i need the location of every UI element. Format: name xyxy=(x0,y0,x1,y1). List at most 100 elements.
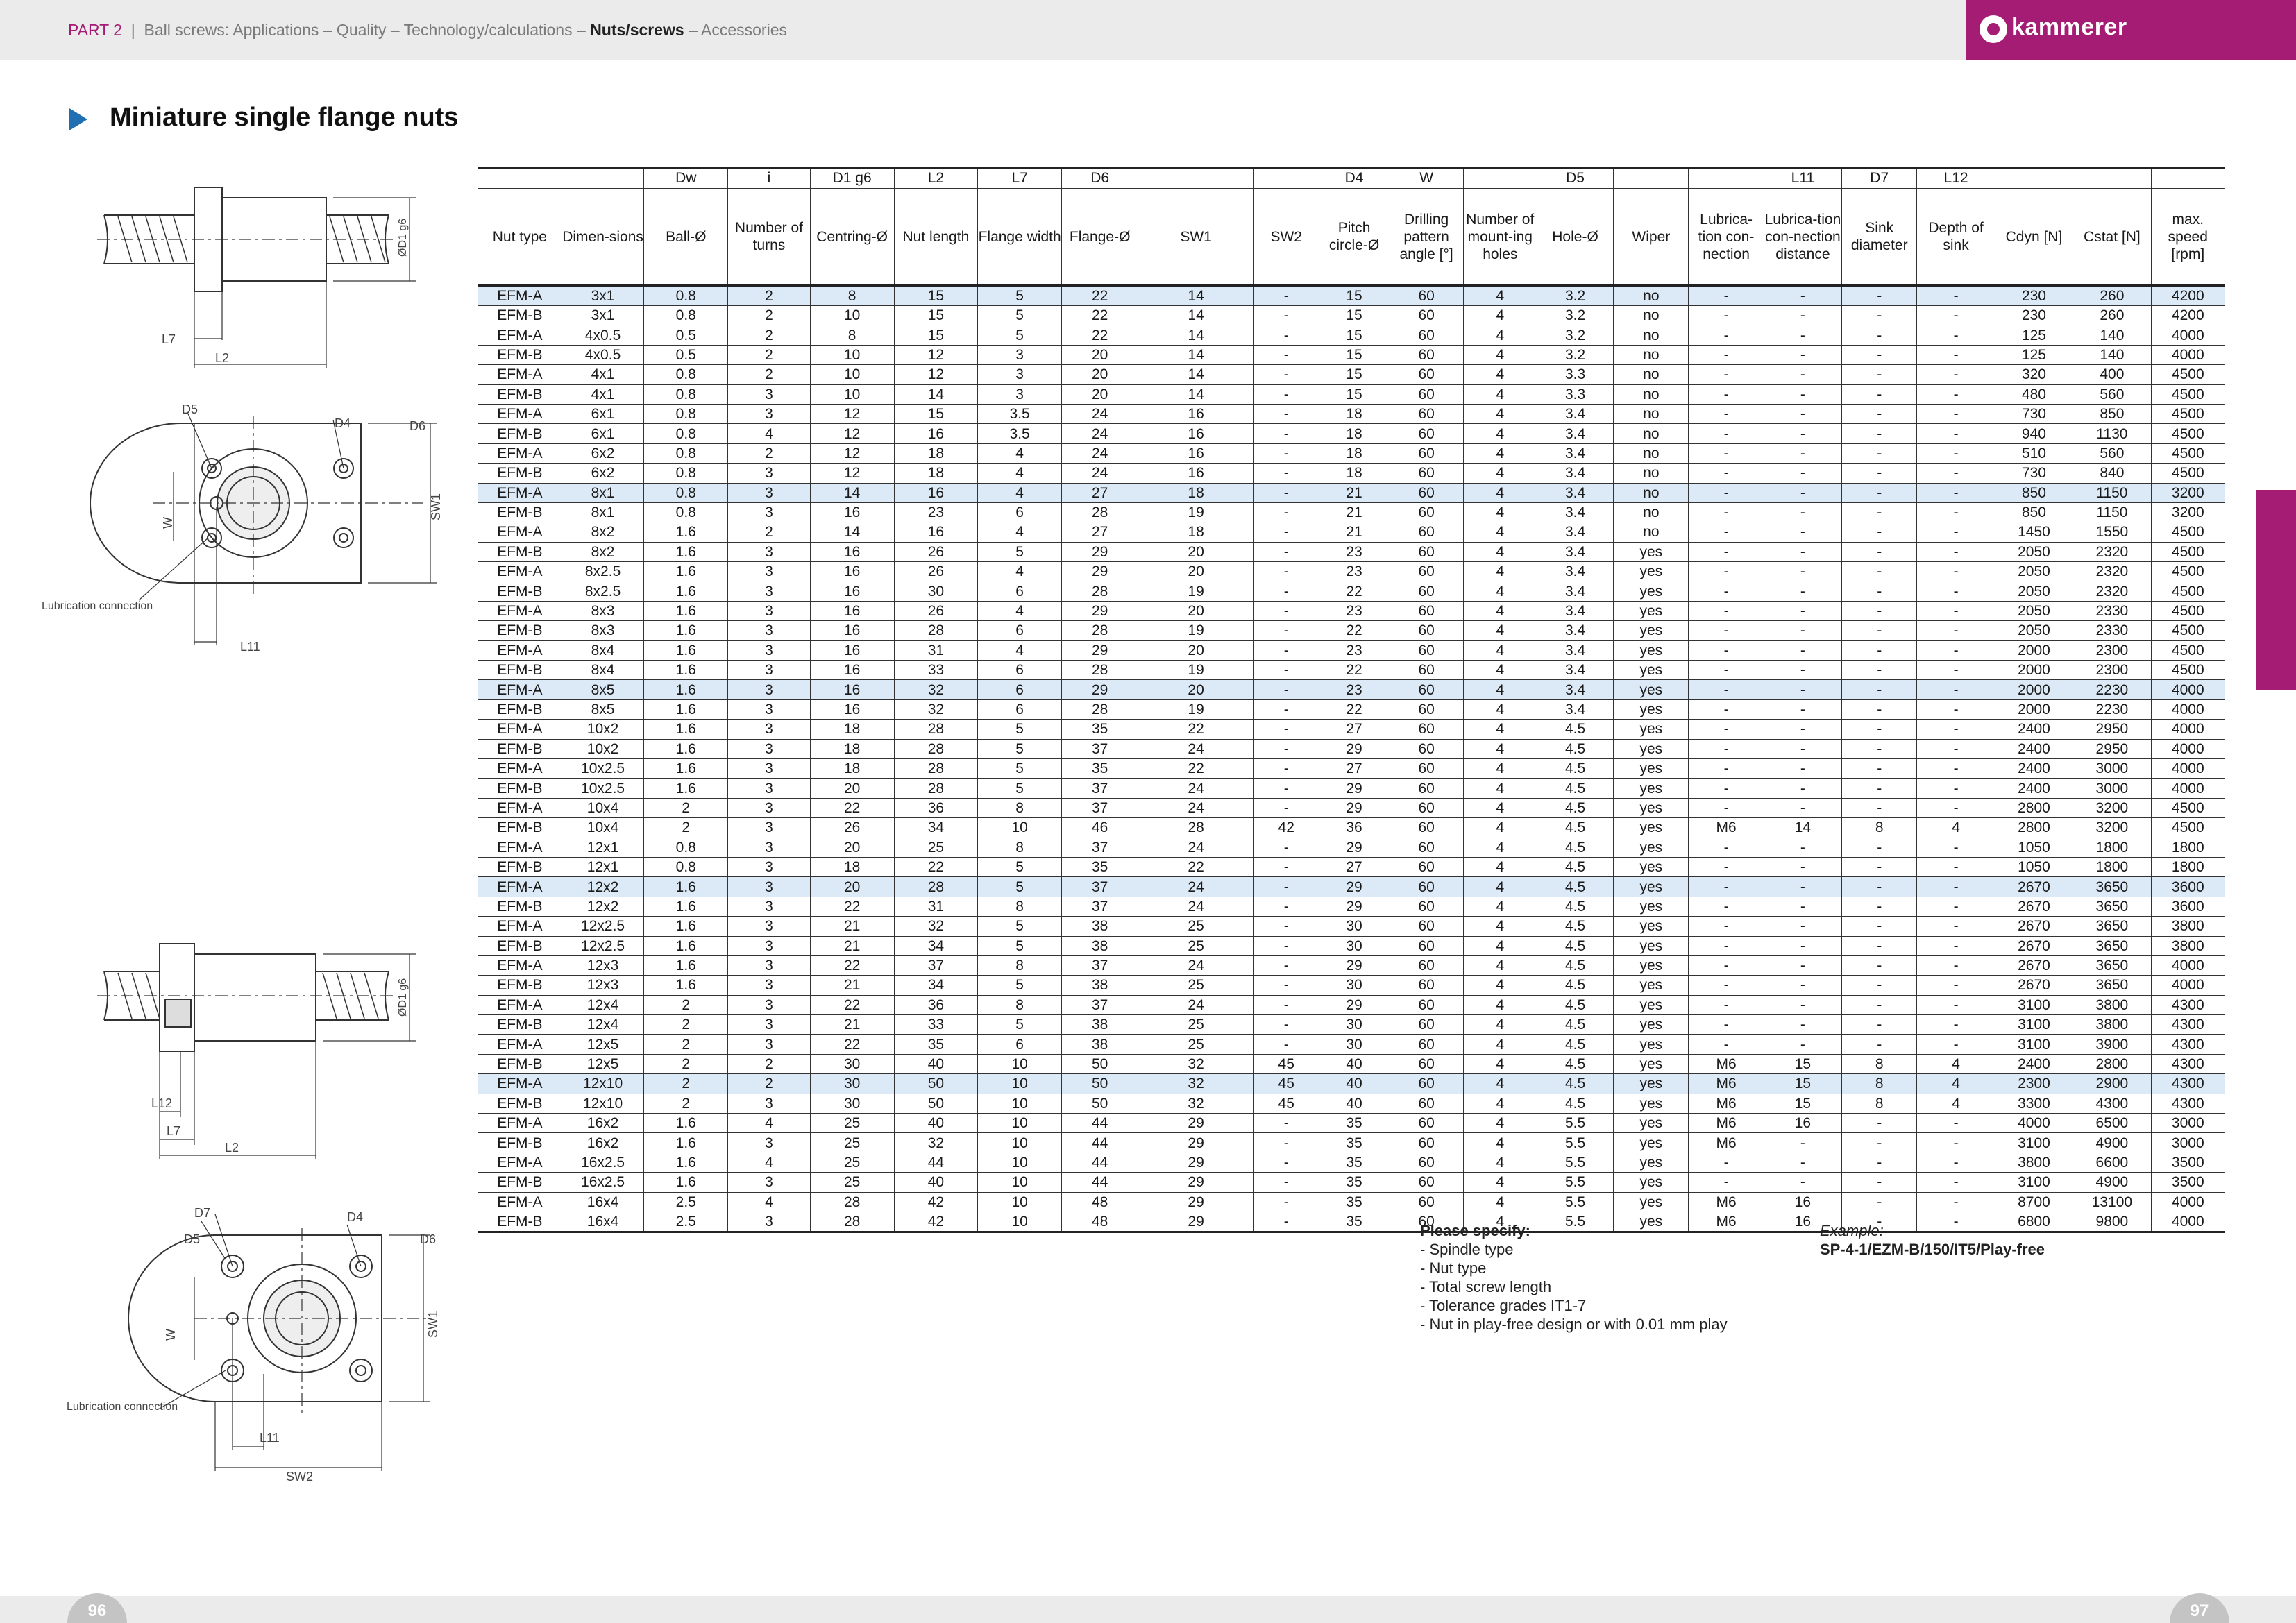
cell-sink-depth: - xyxy=(1916,758,1995,779)
cell-centring-dia: 21 xyxy=(809,936,895,956)
cell-cstat: 2950 xyxy=(2073,719,2152,740)
cell-flange-width: 5 xyxy=(977,719,1062,740)
cell-sw2: - xyxy=(1253,483,1319,503)
cell-centring-dia: 12 xyxy=(809,463,895,484)
cell-sink-depth: - xyxy=(1916,423,1995,444)
cell-cstat: 260 xyxy=(2073,305,2152,326)
cell-cstat: 6500 xyxy=(2073,1113,2152,1134)
cell-sw1: 24 xyxy=(1138,778,1254,799)
cell-sw2: - xyxy=(1253,423,1319,444)
cell-cstat: 3650 xyxy=(2073,876,2152,897)
cell-lube-conn: - xyxy=(1688,699,1764,720)
dim-label-w: W xyxy=(161,517,175,529)
cell-sink-dia: - xyxy=(1841,1153,1918,1173)
cell-flange-width: 6 xyxy=(977,699,1062,720)
cell-lube-dist: - xyxy=(1763,601,1843,622)
cell-pitch-circle: 22 xyxy=(1318,620,1390,641)
cell-max-speed: 4200 xyxy=(2150,285,2226,306)
cell-max-speed: 4000 xyxy=(2150,325,2226,346)
cell-drill-angle: 60 xyxy=(1389,522,1464,543)
cell-sw1: 29 xyxy=(1138,1113,1254,1134)
cell-lube-conn: - xyxy=(1688,778,1764,799)
cell-ball-dia: 1.6 xyxy=(643,679,729,700)
cell-sink-dia: - xyxy=(1841,423,1918,444)
cell-pitch-circle: 18 xyxy=(1318,443,1390,464)
header-centring-dia: Centring-Ø xyxy=(809,188,895,287)
cell-nut-type: EFM-B xyxy=(478,384,562,405)
cell-nut-length: 42 xyxy=(893,1192,979,1212)
cell-wiper: yes xyxy=(1613,857,1689,878)
cell-sink-depth: - xyxy=(1916,483,1995,503)
cell-cdyn: 125 xyxy=(1994,345,2074,366)
cell-dimensions: 12x2 xyxy=(561,897,645,917)
example-heading: Example: xyxy=(1820,1222,1884,1239)
cell-sink-depth: - xyxy=(1916,897,1995,917)
cell-drill-angle: 60 xyxy=(1389,1014,1464,1035)
symbol-sink-depth: L12 xyxy=(1916,167,1995,189)
cell-sink-depth: - xyxy=(1916,305,1995,326)
cell-wiper: yes xyxy=(1613,916,1689,937)
header-lube-conn: Lubrica-tion con-nection xyxy=(1688,188,1764,287)
cell-lube-conn: - xyxy=(1688,483,1764,503)
cell-sw1: 20 xyxy=(1138,640,1254,661)
cell-dimensions: 10x2 xyxy=(561,719,645,740)
cell-dimensions: 10x2 xyxy=(561,739,645,759)
cell-flange-width: 10 xyxy=(977,1073,1062,1094)
cell-nut-type: EFM-A xyxy=(478,1034,562,1055)
cell-flange-dia: 37 xyxy=(1061,798,1139,819)
cell-pitch-circle: 15 xyxy=(1318,345,1390,366)
cell-sw2: - xyxy=(1253,364,1319,385)
cell-nut-length: 50 xyxy=(893,1094,979,1114)
cell-lube-conn: M6 xyxy=(1688,1132,1764,1153)
cell-max-speed: 4000 xyxy=(2150,955,2226,976)
cell-cdyn: 2000 xyxy=(1994,679,2074,700)
cell-sw2: - xyxy=(1253,542,1319,563)
cell-drill-angle: 60 xyxy=(1389,423,1464,444)
cell-cdyn: 230 xyxy=(1994,285,2074,306)
cell-hole-dia: 5.5 xyxy=(1536,1192,1614,1212)
cell-lube-dist: 16 xyxy=(1763,1192,1843,1212)
cell-nut-type: EFM-B xyxy=(478,778,562,799)
cell-ball-dia: 2 xyxy=(643,798,729,819)
drawing-nut-b-side: L12 L7 L2 ØD1 g6 xyxy=(97,943,416,1159)
dim-label-l11: L11 xyxy=(240,640,260,654)
cell-ball-dia: 1.6 xyxy=(643,975,729,996)
cell-turns: 3 xyxy=(727,1094,811,1114)
cell-nut-type: EFM-A xyxy=(478,995,562,1016)
cell-cdyn: 510 xyxy=(1994,443,2074,464)
cell-max-speed: 4000 xyxy=(2150,758,2226,779)
cell-dimensions: 12x10 xyxy=(561,1094,645,1114)
cell-cstat: 1800 xyxy=(2073,838,2152,858)
cell-lube-dist: - xyxy=(1763,1014,1843,1035)
header-drill-angle: Drilling pattern angle [°] xyxy=(1389,188,1464,287)
cell-mount-holes: 4 xyxy=(1462,305,1537,326)
cell-turns: 3 xyxy=(727,561,811,582)
cell-dimensions: 8x5 xyxy=(561,679,645,700)
cell-pitch-circle: 30 xyxy=(1318,1034,1390,1055)
cell-max-speed: 4300 xyxy=(2150,1094,2226,1114)
cell-flange-width: 3 xyxy=(977,345,1062,366)
cell-wiper: yes xyxy=(1613,1153,1689,1173)
cell-turns: 2 xyxy=(727,1073,811,1094)
cell-centring-dia: 8 xyxy=(809,325,895,346)
cell-centring-dia: 12 xyxy=(809,423,895,444)
cell-drill-angle: 60 xyxy=(1389,975,1464,996)
cell-lube-dist: - xyxy=(1763,1153,1843,1173)
cell-ball-dia: 1.6 xyxy=(643,936,729,956)
cell-turns: 3 xyxy=(727,739,811,759)
breadcrumb-current: Nuts/screws xyxy=(590,21,684,39)
cell-lube-conn: - xyxy=(1688,936,1764,956)
cell-pitch-circle: 23 xyxy=(1318,542,1390,563)
cell-flange-dia: 27 xyxy=(1061,483,1139,503)
cell-dimensions: 10x4 xyxy=(561,798,645,819)
cell-lube-conn: - xyxy=(1688,542,1764,563)
cell-wiper: yes xyxy=(1613,1172,1689,1193)
cell-cdyn: 3100 xyxy=(1994,1172,2074,1193)
cell-flange-dia: 38 xyxy=(1061,1034,1139,1055)
cell-dimensions: 10x2.5 xyxy=(561,758,645,779)
cell-nut-type: EFM-A xyxy=(478,916,562,937)
cell-sink-depth: - xyxy=(1916,542,1995,563)
cell-max-speed: 4000 xyxy=(2150,699,2226,720)
cell-turns: 3 xyxy=(727,838,811,858)
cell-sink-depth: - xyxy=(1916,345,1995,366)
